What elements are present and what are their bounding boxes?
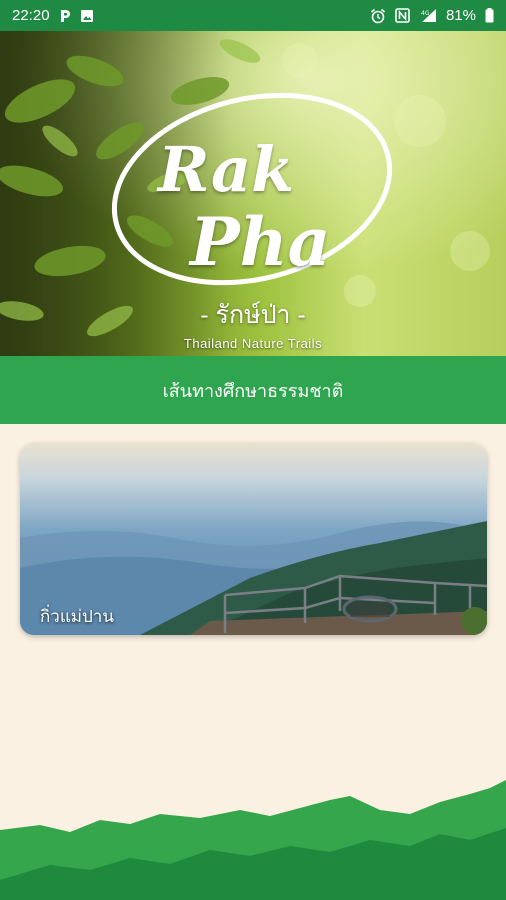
battery-percent: 81% [445,7,476,24]
nfc-icon [395,8,410,23]
rakpha-logo: Rak Pha - รักษ์ป่า - Thailand Nature Tra… [0,31,506,356]
status-left: 22:20 [12,7,94,24]
hero-banner: Rak Pha - รักษ์ป่า - Thailand Nature Tra… [0,31,506,356]
logo-thai-name: - รักษ์ป่า - [200,301,306,329]
logo-word-pha: Pha [190,203,331,281]
logo-tagline: Thailand Nature Trails [183,336,323,351]
image-icon [80,9,94,23]
battery-icon [485,8,494,23]
section-title-band: เส้นทางศึกษาธรรมชาติ [0,356,506,424]
signal-icon: 4G [419,8,437,23]
status-right: 4G 81% [370,7,494,24]
alarm-icon [370,8,386,24]
trail-name: กิ่วแม่ปาน [40,607,114,626]
section-title: เส้นทางศึกษาธรรมชาติ [162,380,344,401]
logo-word-rak: Rak [158,133,295,206]
status-bar: 22:20 4G 81% [0,0,506,31]
parking-icon [59,9,71,23]
trail-card-kew-mae-pan[interactable]: กิ่วแม่ปาน [20,443,487,635]
svg-text:4G: 4G [421,10,430,17]
footer-mountains [0,780,506,900]
clock: 22:20 [12,7,50,24]
